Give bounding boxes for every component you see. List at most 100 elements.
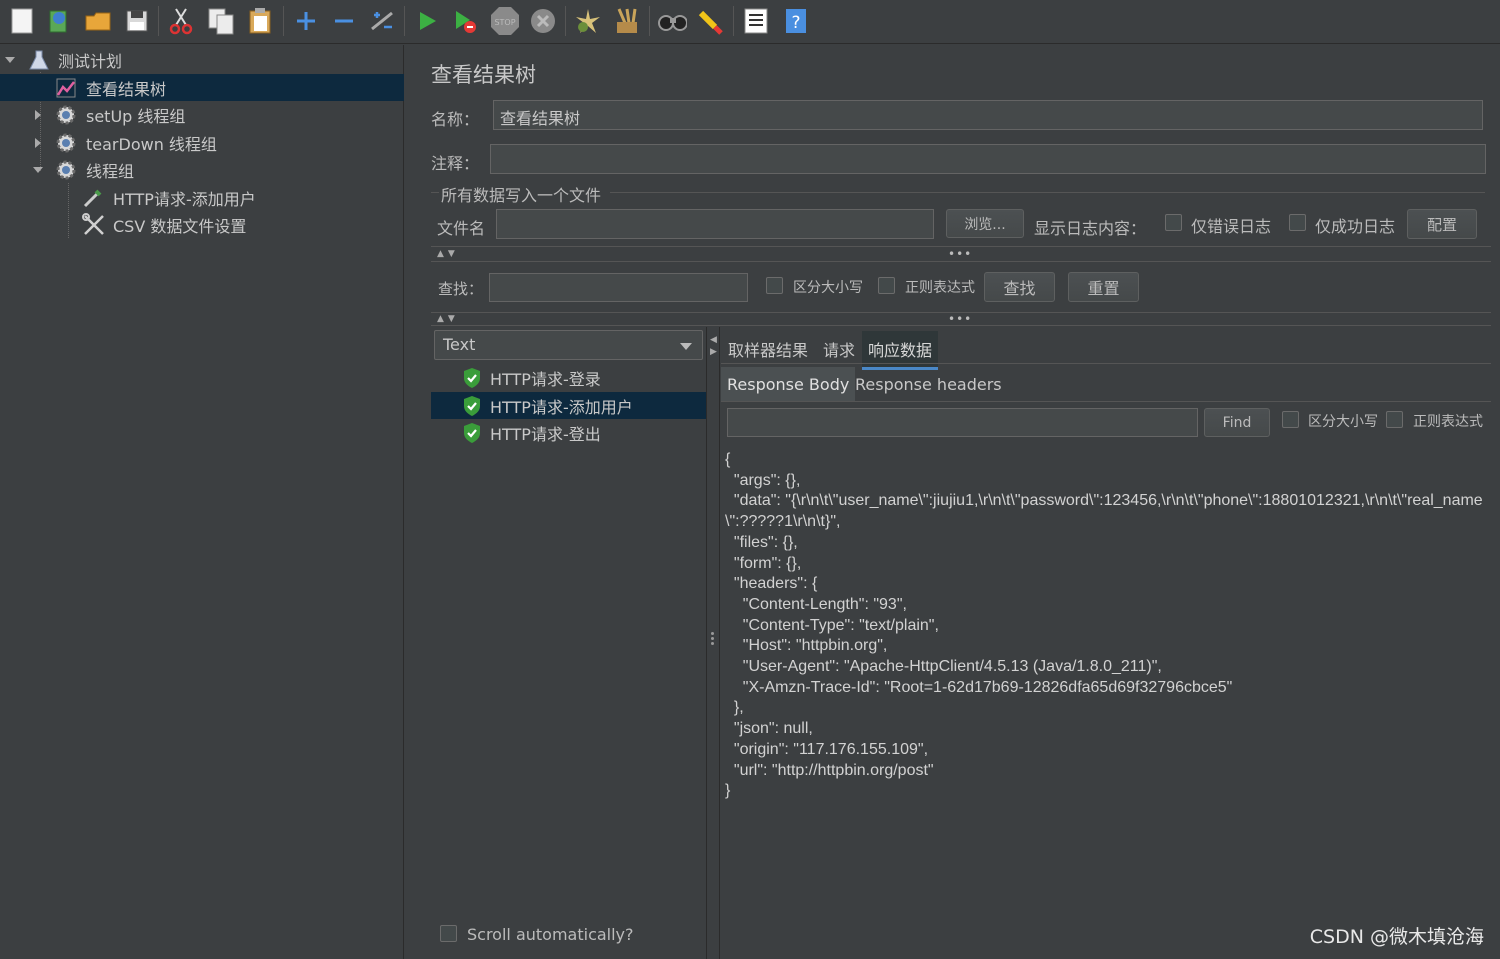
tab-sampler-result[interactable]: 取样器结果 (722, 331, 814, 367)
flask-icon (28, 49, 50, 71)
subtab-response-headers[interactable]: Response headers (849, 367, 1008, 402)
collapse-icon[interactable] (329, 5, 359, 37)
open-icon[interactable] (83, 5, 113, 37)
search-input[interactable] (489, 273, 748, 302)
name-field[interactable]: 查看结果树 (493, 100, 1483, 130)
clear-icon[interactable] (573, 5, 603, 37)
sample-result-item[interactable]: HTTP请求-登录 (431, 364, 707, 391)
expand-icon[interactable] (291, 5, 321, 37)
sample-result-item[interactable]: HTTP请求-登出 (431, 419, 707, 446)
success-only-checkbox[interactable] (1289, 214, 1306, 231)
tree-item-label: 查看结果树 (86, 79, 167, 99)
sample-label: HTTP请求-登录 (490, 369, 601, 389)
sample-label: HTTP请求-添加用户 (490, 397, 633, 417)
tree-item-http-add-user[interactable]: HTTP请求-添加用户 (0, 184, 404, 211)
scroll-auto-checkbox[interactable] (440, 925, 457, 942)
tree-item-label: CSV 数据文件设置 (113, 216, 247, 236)
collapse-arrows-icon[interactable]: ◀ ▶ (710, 334, 717, 358)
help-icon[interactable]: ? (781, 5, 811, 37)
reset-search-icon[interactable] (696, 5, 726, 37)
response-case-sensitive-checkbox[interactable] (1282, 411, 1299, 428)
subtab-response-body[interactable]: Response Body (721, 367, 856, 402)
page-title: 查看结果树 (431, 63, 536, 87)
tree-item-label: tearDown 线程组 (86, 134, 217, 154)
tree-item-test-plan[interactable]: 测试计划 (0, 46, 404, 73)
find-button[interactable]: 查找 (984, 272, 1055, 302)
function-helper-icon[interactable] (741, 5, 771, 37)
response-body-text[interactable]: { "args": {}, "data": "{\r\n\t\"user_nam… (725, 450, 1495, 802)
case-sensitive-checkbox[interactable] (766, 277, 783, 294)
splitter-arrows-icon[interactable]: ▲▼ (437, 314, 459, 324)
start-icon[interactable] (412, 5, 442, 37)
search-label: 查找： (438, 280, 484, 298)
browse-button[interactable]: 浏览... (946, 209, 1024, 238)
splitter-arrows-icon[interactable]: ▲▼ (437, 249, 459, 259)
filename-label: 文件名 (437, 219, 486, 238)
new-icon[interactable] (7, 5, 37, 37)
save-icon[interactable] (122, 5, 152, 37)
gear-icon (55, 104, 77, 126)
tree-item-label: setUp 线程组 (86, 106, 186, 126)
tree-item-label: 测试计划 (58, 51, 123, 71)
file-group-title: 所有数据写入一个文件 (441, 186, 602, 205)
response-case-sensitive-label: 区分大小写 (1308, 414, 1378, 430)
tree-item-csv-data-set[interactable]: CSV 数据文件设置 (0, 211, 404, 238)
response-find-button[interactable]: Find (1204, 408, 1270, 437)
tab-response-data[interactable]: 响应数据 (862, 331, 939, 370)
watermark: CSDN @微木填沧海 (1309, 926, 1484, 948)
wrench-icon (82, 212, 104, 236)
tree-item-setup-thread-group[interactable]: setUp 线程组 (0, 101, 404, 128)
cut-icon[interactable] (166, 5, 196, 37)
sample-result-item[interactable]: HTTP请求-添加用户 (431, 392, 707, 419)
gear-icon (55, 159, 77, 181)
svg-text:STOP: STOP (494, 18, 515, 27)
regex-label: 正则表达式 (905, 280, 975, 296)
comment-label: 注释： (431, 154, 480, 173)
filename-field[interactable] (496, 209, 934, 239)
collapsed-arrow-icon[interactable] (33, 110, 43, 120)
shutdown-icon[interactable] (528, 5, 558, 37)
expanded-arrow-icon[interactable] (5, 55, 15, 65)
success-shield-icon (462, 367, 482, 393)
response-regex-checkbox[interactable] (1386, 411, 1403, 428)
clear-all-icon[interactable] (612, 5, 642, 37)
comment-field[interactable] (490, 144, 1486, 174)
case-sensitive-label: 区分大小写 (793, 280, 863, 296)
collapsed-arrow-icon[interactable] (33, 138, 43, 148)
success-shield-icon (462, 395, 482, 421)
start-no-pause-icon[interactable] (450, 5, 480, 37)
splitter-handle-icon[interactable]: ••• (948, 247, 972, 261)
splitter-handle-icon[interactable]: ••• (948, 312, 972, 326)
search-icon[interactable] (657, 5, 687, 37)
sample-label: HTTP请求-登出 (490, 424, 601, 444)
tree-item-label: HTTP请求-添加用户 (113, 189, 256, 209)
copy-icon[interactable] (206, 5, 236, 37)
response-regex-label: 正则表达式 (1413, 414, 1483, 430)
tree-item-teardown-thread-group[interactable]: tearDown 线程组 (0, 129, 404, 156)
paste-icon[interactable] (245, 5, 275, 37)
gear-icon (55, 132, 77, 154)
tree-item-view-results-tree[interactable]: 查看结果树 (0, 74, 404, 101)
errors-only-checkbox[interactable] (1165, 214, 1182, 231)
stop-icon[interactable]: STOP (489, 5, 519, 37)
regex-checkbox[interactable] (878, 277, 895, 294)
success-only-label: 仅成功日志 (1315, 217, 1396, 236)
reset-button[interactable]: 重置 (1068, 272, 1139, 302)
chevron-down-icon (680, 343, 692, 350)
response-find-input[interactable] (727, 408, 1198, 437)
chart-icon (55, 77, 77, 99)
toggle-icon[interactable] (367, 5, 397, 37)
detail-splitter-handle[interactable] (711, 630, 715, 647)
tab-request[interactable]: 请求 (817, 331, 861, 367)
toolbar: STOP ? (0, 0, 1500, 44)
name-label: 名称： (431, 110, 480, 129)
renderer-select[interactable]: Text (434, 330, 703, 360)
expanded-arrow-icon[interactable] (33, 165, 43, 175)
configure-button[interactable]: 配置 (1407, 209, 1477, 239)
tree-item-thread-group[interactable]: 线程组 (0, 156, 404, 183)
templates-icon[interactable] (44, 5, 74, 37)
errors-only-label: 仅错误日志 (1191, 217, 1272, 236)
success-shield-icon (462, 422, 482, 448)
test-plan-tree: 测试计划 查看结果树 setUp 线程组 tearDown 线程组 线程组 HT… (0, 45, 404, 959)
pipette-icon (82, 187, 104, 209)
